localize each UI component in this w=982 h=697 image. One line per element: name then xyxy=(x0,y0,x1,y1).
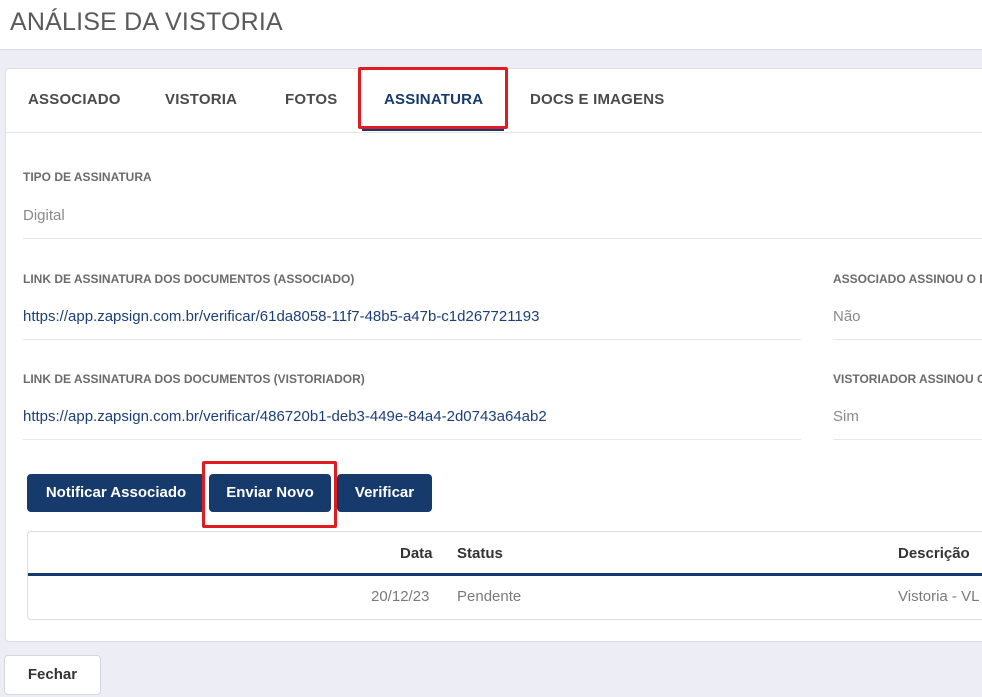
divider xyxy=(23,238,982,239)
associate-signature-link[interactable]: https://app.zapsign.com.br/verificar/61d… xyxy=(23,308,539,325)
column-header-date: Data xyxy=(400,545,433,562)
send-new-button[interactable]: Enviar Novo xyxy=(209,474,331,512)
signature-type-value: Digital xyxy=(23,207,65,224)
associate-signed-value: Não xyxy=(833,308,861,325)
active-tab-indicator xyxy=(362,127,504,131)
tab-docs-e-imagens[interactable]: DOCS E IMAGENS xyxy=(530,91,664,108)
inspector-signed-value: Sim xyxy=(833,408,859,425)
inspector-signed-label: VISTORIADOR ASSINOU O xyxy=(833,372,982,386)
inspector-signature-link[interactable]: https://app.zapsign.com.br/verificar/486… xyxy=(23,408,547,425)
tab-bar: ASSOCIADO VISTORIA FOTOS ASSINATURA DOCS… xyxy=(6,69,982,133)
row-status: Pendente xyxy=(457,588,522,605)
row-date: 20/12/23 xyxy=(371,588,430,605)
page-title: ANÁLISE DA VISTORIA xyxy=(10,8,283,36)
associate-link-label: LINK DE ASSINATURA DOS DOCUMENTOS (ASSOC… xyxy=(23,272,355,286)
page-header: ANÁLISE DA VISTORIA xyxy=(0,0,982,50)
inspector-link-label: LINK DE ASSINATURA DOS DOCUMENTOS (VISTO… xyxy=(23,372,365,386)
notify-associate-button[interactable]: Notificar Associado xyxy=(27,474,205,512)
signature-type-label: TIPO DE ASSINATURA xyxy=(23,170,152,184)
tab-associado[interactable]: ASSOCIADO xyxy=(28,91,121,108)
divider xyxy=(23,439,801,440)
tab-assinatura[interactable]: ASSINATURA xyxy=(384,91,483,108)
associate-signed-label: ASSOCIADO ASSINOU O D xyxy=(833,272,982,286)
verify-button[interactable]: Verificar xyxy=(337,474,432,512)
row-description: Vistoria - VL xyxy=(898,588,980,605)
divider xyxy=(23,339,801,340)
divider xyxy=(833,439,982,440)
column-header-description: Descrição xyxy=(898,545,970,562)
analysis-card: ASSOCIADO VISTORIA FOTOS ASSINATURA DOCS… xyxy=(5,68,982,642)
signature-history-table: Data Status Descrição 20/12/23 Pendente … xyxy=(27,531,982,620)
close-button[interactable]: Fechar xyxy=(4,655,101,695)
tab-vistoria[interactable]: VISTORIA xyxy=(165,91,237,108)
divider xyxy=(833,339,982,340)
table-header-divider xyxy=(28,573,982,576)
column-header-status: Status xyxy=(457,545,503,562)
tab-fotos[interactable]: FOTOS xyxy=(285,91,337,108)
